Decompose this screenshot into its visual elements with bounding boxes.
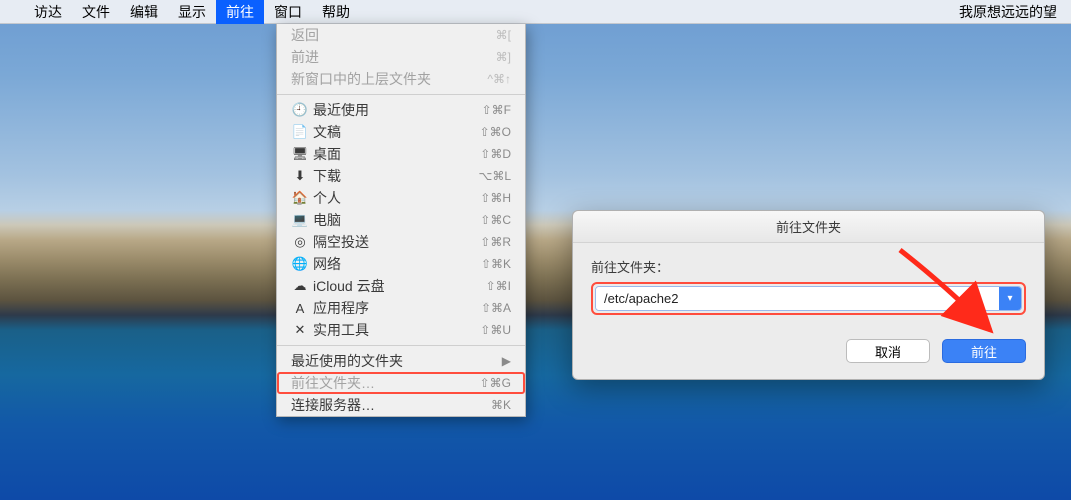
- menu-item-computer[interactable]: 💻电脑⇧⌘C: [277, 209, 525, 231]
- menu-item-documents[interactable]: 📄文稿⇧⌘O: [277, 121, 525, 143]
- dropdown-arrow-icon[interactable]: ▾: [999, 287, 1021, 310]
- menu-item-connect-server[interactable]: 连接服务器…⌘K: [277, 394, 525, 416]
- menu-go[interactable]: 前往: [216, 0, 264, 24]
- dialog-field-label: 前往文件夹：: [591, 257, 1026, 276]
- go-to-folder-dialog: 前往文件夹 前往文件夹： ▾ 取消 前往: [572, 210, 1045, 380]
- menu-item-recents[interactable]: 🕘最近使用⇧⌘F: [277, 99, 525, 121]
- menu-help[interactable]: 帮助: [312, 0, 360, 24]
- menu-finder[interactable]: 访达: [24, 0, 72, 24]
- applications-icon: A: [291, 301, 309, 316]
- menu-item-icloud[interactable]: ☁iCloud 云盘⇧⌘I: [277, 275, 525, 297]
- menu-item-recent-folders[interactable]: 最近使用的文件夹▶: [277, 350, 525, 372]
- menu-item-home[interactable]: 🏠个人⇧⌘H: [277, 187, 525, 209]
- menubar-right-text: 我原想远远的望: [959, 2, 1057, 22]
- menu-item-utilities[interactable]: ✕实用工具⇧⌘U: [277, 319, 525, 341]
- menu-item-network[interactable]: 🌐网络⇧⌘K: [277, 253, 525, 275]
- folder-path-input[interactable]: [596, 287, 999, 310]
- separator: [277, 94, 525, 95]
- airdrop-icon: ◎: [291, 234, 309, 250]
- clock-icon: 🕘: [291, 102, 309, 118]
- menubar: 访达 文件 编辑 显示 前往 窗口 帮助 我原想远远的望: [0, 0, 1071, 24]
- menu-item-downloads[interactable]: ⬇下载⌥⌘L: [277, 165, 525, 187]
- menu-item-back: 返回⌘[: [277, 24, 525, 46]
- menu-item-forward: 前进⌘]: [277, 46, 525, 68]
- go-button[interactable]: 前往: [942, 339, 1026, 363]
- menu-item-enclosing: 新窗口中的上层文件夹^⌘↑: [277, 68, 525, 90]
- network-icon: 🌐: [291, 256, 309, 272]
- go-menu-dropdown: 返回⌘[ 前进⌘] 新窗口中的上层文件夹^⌘↑ 🕘最近使用⇧⌘F 📄文稿⇧⌘O …: [276, 24, 526, 417]
- dialog-title: 前往文件夹: [573, 211, 1044, 243]
- document-icon: 📄: [291, 124, 309, 140]
- folder-path-combo[interactable]: ▾: [595, 286, 1022, 311]
- desktop-icon: 🖥: [291, 146, 309, 162]
- home-icon: 🏠: [291, 190, 309, 206]
- separator: [277, 345, 525, 346]
- menu-item-go-to-folder[interactable]: 前往文件夹…⇧⌘G: [277, 372, 525, 394]
- cancel-button[interactable]: 取消: [846, 339, 930, 363]
- menu-file[interactable]: 文件: [72, 0, 120, 24]
- computer-icon: 💻: [291, 212, 309, 228]
- menu-window[interactable]: 窗口: [264, 0, 312, 24]
- download-icon: ⬇: [291, 168, 309, 184]
- menu-view[interactable]: 显示: [168, 0, 216, 24]
- submenu-arrow-icon: ▶: [502, 354, 511, 368]
- menu-item-applications[interactable]: A应用程序⇧⌘A: [277, 297, 525, 319]
- utilities-icon: ✕: [291, 322, 309, 338]
- menu-item-airdrop[interactable]: ◎隔空投送⇧⌘R: [277, 231, 525, 253]
- cloud-icon: ☁: [291, 278, 309, 294]
- menu-item-desktop[interactable]: 🖥桌面⇧⌘D: [277, 143, 525, 165]
- menu-edit[interactable]: 编辑: [120, 0, 168, 24]
- input-highlight-annotation: ▾: [591, 282, 1026, 315]
